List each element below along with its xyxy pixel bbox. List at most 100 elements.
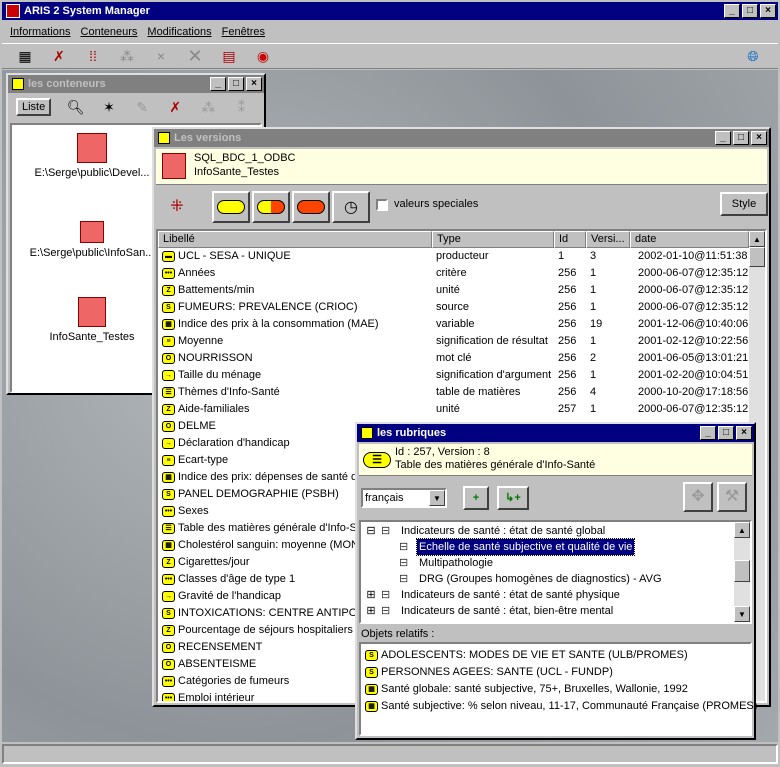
tree-item[interactable]: ⊟ DRG (Groupes homogènes de diagnostics) … xyxy=(361,571,750,587)
tree-item-label: Echelle de santé subjective et qualité d… xyxy=(415,538,636,556)
col-type[interactable]: Type xyxy=(432,231,554,248)
window-icon[interactable]: ▤ xyxy=(218,45,240,67)
rubrique-icon: ⊟ xyxy=(381,525,391,537)
rubriques-maximize-button[interactable]: □ xyxy=(718,426,734,440)
cell-label: O NOURRISSON xyxy=(162,350,434,367)
x-large-disabled-icon[interactable]: ✕ xyxy=(184,45,206,67)
search-icon[interactable]: 🔍︎ xyxy=(65,96,86,118)
col-libelle[interactable]: Libellé xyxy=(158,231,432,248)
filter-yellow-button[interactable] xyxy=(212,191,250,223)
filter-mixed-button[interactable] xyxy=(252,191,290,223)
chevron-down-icon[interactable]: ▼ xyxy=(429,490,445,506)
style-button[interactable]: Style xyxy=(720,192,768,216)
tree-item[interactable]: ⊟ ⊟ Indicateurs de santé : état de santé g… xyxy=(361,523,750,539)
expand-icon[interactable]: ⊟ xyxy=(365,523,377,539)
rubriques-minimize-button[interactable]: _ xyxy=(700,426,716,440)
table-row[interactable]: ≡ Moyenne signification de résultat 256 1 200… xyxy=(158,333,765,350)
minimize-button[interactable]: _ xyxy=(724,4,740,18)
container-item[interactable]: InfoSante_Testes xyxy=(22,297,162,343)
tree-scroll-up-icon[interactable]: ▲ xyxy=(734,522,750,538)
conteneurs-minimize-button[interactable]: _ xyxy=(210,77,226,91)
globe-icon[interactable]: 🌐︎ xyxy=(742,45,764,67)
menu-modifications[interactable]: Modifications xyxy=(147,26,211,38)
row-label: Gravité de l'handicap xyxy=(178,590,281,602)
db-name: SQL_BDC_1_ODBC xyxy=(194,152,296,164)
objet-item[interactable]: S PERSONNES AGEES: SANTE (UCL - FUNDP) xyxy=(361,664,750,681)
tree-item[interactable]: ⊟ Multipathologie xyxy=(361,555,750,571)
link-disabled-icon-2[interactable]: ⁂ xyxy=(198,96,219,118)
maximize-button[interactable]: □ xyxy=(742,4,758,18)
edit-disabled-icon[interactable]: ✎ xyxy=(132,96,153,118)
close-button[interactable]: × xyxy=(760,4,776,18)
table-row[interactable]: Z Battements/min unité 256 1 2000-06-07@12:35… xyxy=(158,282,765,299)
cell-id: 256 xyxy=(558,318,577,330)
rubriques-close-button[interactable]: × xyxy=(736,426,752,440)
db-container: InfoSante_Testes xyxy=(194,166,280,178)
grid-red-icon[interactable]: ⁞⁞ xyxy=(82,45,104,67)
conteneurs-maximize-button[interactable]: □ xyxy=(228,77,244,91)
objets-label: Objets relatifs : xyxy=(361,628,435,640)
liste-button[interactable]: Liste xyxy=(16,98,52,116)
versions-window-icon xyxy=(158,132,170,144)
col-id[interactable]: Id xyxy=(554,231,586,248)
container-item[interactable]: E:\Serge\public\Devel... xyxy=(22,133,162,179)
x-small-disabled-icon[interactable]: × xyxy=(150,45,172,67)
scroll-thumb[interactable] xyxy=(749,247,765,267)
move-disabled-icon[interactable]: ✥ xyxy=(683,482,713,512)
language-value: français xyxy=(365,492,404,504)
tree-scroll-thumb[interactable] xyxy=(734,560,750,582)
tree-scroll-down-icon[interactable]: ▼ xyxy=(734,606,750,622)
objet-label: ADOLESCENTS: MODES DE VIE ET SANTE (ULB/… xyxy=(381,649,688,661)
col-version[interactable]: Versi... xyxy=(586,231,630,248)
network-icon[interactable]: ⁜ xyxy=(162,193,192,221)
scroll-up-icon[interactable]: ▲ xyxy=(749,231,765,247)
cell-id: 256 xyxy=(558,369,577,381)
table-row[interactable]: ☰ Thèmes d'Info-Santé table de matières 256… xyxy=(158,384,765,401)
record-icon[interactable]: ◉ xyxy=(252,45,274,67)
table-row[interactable]: ▦ Indice des prix à la consommation (MAE)… xyxy=(158,316,765,333)
tree-item[interactable]: ⊞ ⊟ Indicateurs de santé : état, bien-être… xyxy=(361,603,750,619)
menu-informations[interactable]: Informations xyxy=(10,26,71,38)
toc-type-icon: ☰ xyxy=(162,386,175,398)
link-disabled-icon[interactable]: ⁂ xyxy=(116,45,138,67)
wand-icon[interactable]: ✶ xyxy=(98,96,119,118)
filter-red-button[interactable] xyxy=(292,191,330,223)
tree-scrollbar[interactable]: ▲ ▼ xyxy=(734,522,750,622)
table-row[interactable]: O NOURRISSON mot clé 256 2 2001-06-05@13:01:2… xyxy=(158,350,765,367)
cell-date: 2002-01-10@11:51:38 xyxy=(638,250,748,262)
unlink-disabled-icon[interactable]: ⁑ xyxy=(231,96,252,118)
versions-minimize-button[interactable]: _ xyxy=(715,131,731,145)
versions-maximize-button[interactable]: □ xyxy=(733,131,749,145)
menu-conteneurs[interactable]: Conteneurs xyxy=(81,26,138,38)
table-row[interactable]: ▬ UCL - SESA - UNIQUE producteur 1 3 2002-01-… xyxy=(158,248,765,265)
objet-item[interactable]: S ADOLESCENTS: MODES DE VIE ET SANTE (ULB… xyxy=(361,647,750,664)
valeurs-checkbox[interactable] xyxy=(376,199,388,211)
objet-item[interactable]: ▦ Santé globale: santé subjective, 75+, B… xyxy=(361,681,750,698)
container-item[interactable]: E:\Serge\public\InfoSan... xyxy=(22,221,162,259)
tree-item[interactable]: ⊞ ⊟ Indicateurs de santé : état de santé p… xyxy=(361,587,750,603)
cell-ver: 2 xyxy=(590,352,597,364)
table-row[interactable]: → Taille du ménage signification d'argumen… xyxy=(158,367,765,384)
rubriques-titlebar: les rubriques _ □ × xyxy=(357,424,754,442)
delete-red-icon[interactable]: ✗ xyxy=(48,45,70,67)
conteneurs-close-button[interactable]: × xyxy=(246,77,262,91)
containers-icon[interactable]: ▦ xyxy=(14,45,36,67)
table-row[interactable]: S FUMEURS: PREVALENCE (CRIOC) source 256 1 20… xyxy=(158,299,765,316)
table-row[interactable]: ••• Années critère 256 1 2000-06-07@12:35:12 xyxy=(158,265,765,282)
add-sub-rubrique-button[interactable]: ↳+ xyxy=(497,486,529,510)
clock-button[interactable]: ◷ xyxy=(332,191,370,223)
col-date[interactable]: date xyxy=(630,231,749,248)
add-rubrique-button[interactable]: + xyxy=(463,486,489,510)
menu-fenetres[interactable]: Fenêtres xyxy=(222,26,265,38)
rubrique-name: Table des matières générale d'Info-Santé xyxy=(395,459,596,471)
versions-close-button[interactable]: × xyxy=(751,131,767,145)
tool-disabled-icon[interactable]: ⚒ xyxy=(717,482,747,512)
expand-icon[interactable]: ⊞ xyxy=(365,587,377,603)
tree-item[interactable]: ⊟ Echelle de santé subjective et qualité … xyxy=(361,538,750,556)
objet-item[interactable]: ▦ Santé subjective: % selon niveau, 11-17… xyxy=(361,698,757,715)
dots-type-icon: ••• xyxy=(162,675,175,687)
table-row[interactable]: Z Aide-familiales unité 257 1 2000-06-07@12:3… xyxy=(158,401,765,418)
language-select[interactable]: français ▼ xyxy=(361,488,447,508)
expand-icon[interactable]: ⊞ xyxy=(365,603,377,619)
delete-icon[interactable]: ✗ xyxy=(165,96,186,118)
